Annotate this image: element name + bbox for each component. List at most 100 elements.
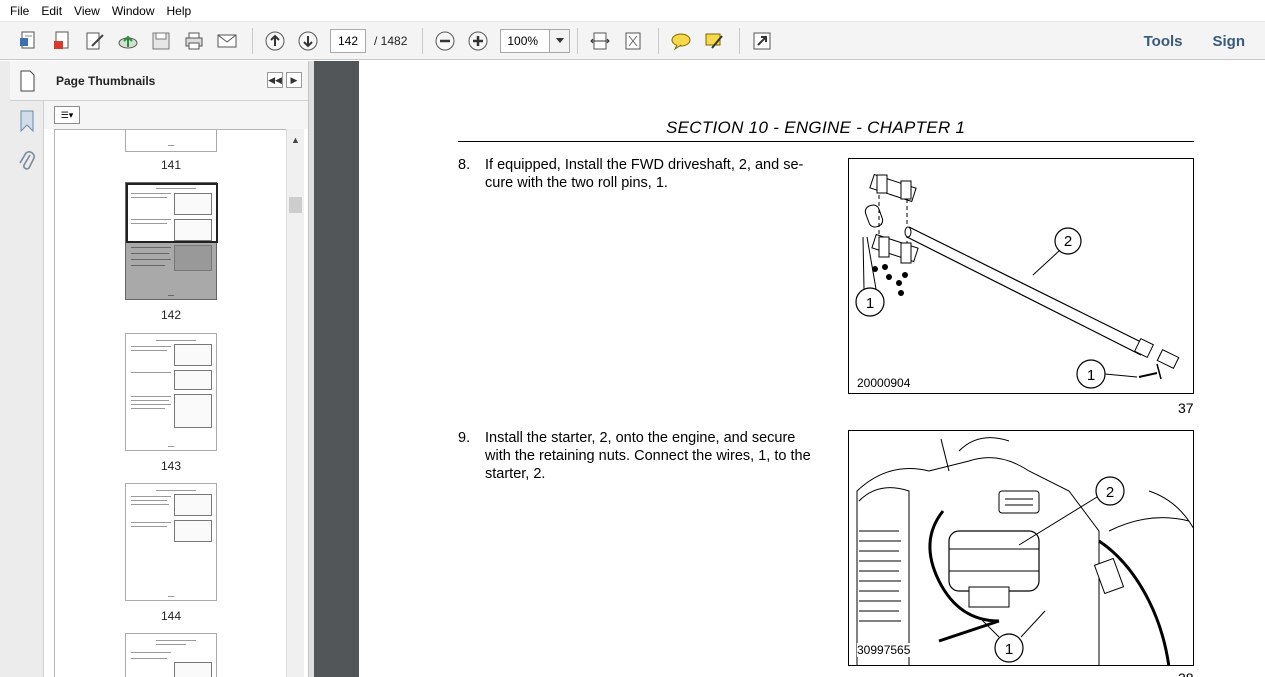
callout-1-pin: 1 — [1087, 367, 1095, 384]
thumbnail-page-141[interactable] — [125, 130, 217, 152]
save-button[interactable] — [146, 26, 176, 56]
thumbnail-options-row: ☰▾ — [44, 101, 308, 129]
options-list-icon: ☰▾ — [60, 109, 74, 120]
page-thumbnails-tab[interactable] — [10, 70, 44, 92]
thumbnail-label-143: 143 — [160, 459, 182, 473]
fit-width-icon — [590, 32, 611, 49]
left-edge — [0, 61, 10, 677]
step-9: 9. Install the starter, 2, onto the engi… — [458, 429, 818, 485]
step-8: 8. If equipped, Install the FWD drivesha… — [458, 156, 818, 196]
zoom-value: 100% — [507, 33, 539, 48]
figure-number: 38 — [1178, 670, 1194, 677]
thumbnail-page-142[interactable] — [125, 182, 218, 300]
step-number: 8. — [458, 157, 471, 173]
printer-icon — [185, 32, 203, 49]
step-text: Install the starter, 2, onto the engine,… — [485, 430, 811, 482]
pdf-file-icon — [54, 31, 69, 49]
create-pdf-icon — [20, 31, 35, 48]
paperclip-icon — [19, 151, 35, 170]
fit-width-button[interactable] — [585, 26, 615, 56]
toolbar-separator — [577, 27, 579, 54]
menu-view[interactable]: View — [68, 0, 106, 22]
arrow-down-circle-icon — [298, 31, 318, 50]
callout-2: 2 — [1106, 484, 1114, 501]
figure-code: 30997565 — [857, 643, 911, 657]
starter-illustration: 2 1 — [856, 437, 1193, 665]
chevron-right-icon: ▶ — [290, 74, 298, 85]
comment-button[interactable] — [666, 26, 696, 56]
thumbnail-page-145[interactable] — [125, 633, 217, 677]
menu-window[interactable]: Window — [106, 0, 161, 22]
callout-1: 1 — [1005, 641, 1013, 658]
toolbar: 142 / 1482 100% Tools Sign — [0, 22, 1265, 60]
page-number-input[interactable]: 142 — [330, 28, 366, 53]
bookmarks-button[interactable] — [10, 101, 44, 141]
zoom-out-button[interactable] — [430, 26, 460, 56]
floppy-disk-icon — [152, 32, 170, 49]
create-pdf-button[interactable] — [14, 26, 44, 56]
figure-code: 20000904 — [857, 376, 911, 390]
thumbnail-page-144[interactable] — [125, 483, 217, 601]
toolbar-separator — [252, 27, 253, 54]
arrow-up-circle-icon — [265, 31, 285, 50]
speech-bubble-icon — [671, 33, 691, 50]
thumbnail-scrollbar[interactable]: ▲ — [286, 129, 304, 677]
callout-2: 2 — [1064, 233, 1072, 250]
highlight-button[interactable] — [699, 26, 729, 56]
thumbnails-panel-header: Page Thumbnails ◀◀ ▶ — [10, 61, 308, 101]
menu-help[interactable]: Help — [161, 0, 198, 22]
panel-menu-button[interactable]: ▶ — [286, 72, 302, 88]
email-button[interactable] — [212, 26, 242, 56]
thumbnail-page-143[interactable] — [125, 333, 217, 451]
toolbar-separator — [422, 27, 424, 54]
navigation-pane-rail — [10, 101, 44, 677]
expand-icon — [753, 32, 771, 49]
tools-button[interactable]: Tools — [1144, 33, 1183, 50]
thumbnail-label-141: 141 — [160, 158, 182, 172]
toolbar-separator — [658, 27, 660, 54]
panel-controls: ◀◀ ▶ — [264, 72, 302, 88]
section-rule — [458, 141, 1194, 142]
chevron-down-icon[interactable] — [549, 29, 570, 52]
figure-starter: 2 1 30997565 — [848, 430, 1194, 666]
pdf-convert-button[interactable] — [47, 26, 77, 56]
figure-number: 37 — [1178, 400, 1194, 416]
minus-circle-icon — [435, 31, 455, 50]
edit-button[interactable] — [80, 26, 110, 56]
double-chevron-left-icon: ◀◀ — [268, 74, 282, 85]
pencil-doc-icon — [86, 32, 104, 49]
thumbnail-label-142: 142 — [160, 308, 182, 322]
previous-page-button[interactable] — [260, 26, 290, 56]
page-total: / 1482 — [374, 33, 408, 48]
callout-1: 1 — [866, 295, 874, 312]
thumbnail-list[interactable]: 141 142 143 144 — [54, 129, 286, 677]
zoom-select[interactable]: 100% — [500, 28, 571, 53]
sign-button[interactable]: Sign — [1213, 33, 1246, 50]
collapse-panel-button[interactable]: ◀◀ — [267, 72, 283, 88]
step-number: 9. — [458, 430, 471, 446]
toolbar-right: Tools Sign — [1114, 22, 1245, 60]
attachments-button[interactable] — [10, 141, 44, 181]
figure-driveshaft: 2 1 1 20000904 — [848, 158, 1194, 394]
thumbnail-options-button[interactable]: ☰▾ — [54, 106, 80, 124]
thumbnail-label-144: 144 — [160, 609, 182, 623]
menu-bar: File Edit View Window Help — [0, 0, 1265, 22]
cloud-upload-icon — [118, 35, 138, 48]
next-page-button[interactable] — [293, 26, 323, 56]
zoom-in-button[interactable] — [463, 26, 493, 56]
upload-button[interactable] — [113, 26, 143, 56]
driveshaft-illustration: 2 1 1 — [855, 173, 1180, 389]
menu-edit[interactable]: Edit — [35, 0, 68, 22]
toolbar-separator — [739, 27, 741, 54]
fit-page-button[interactable] — [618, 26, 648, 56]
print-button[interactable] — [179, 26, 209, 56]
menu-file[interactable]: File — [4, 0, 35, 22]
envelope-icon — [217, 34, 237, 47]
bookmark-icon — [20, 110, 34, 133]
page-icon — [20, 70, 35, 91]
fit-page-icon — [625, 32, 641, 49]
scrollbar-thumb[interactable] — [289, 197, 302, 213]
fullscreen-button[interactable] — [747, 26, 777, 56]
section-title: SECTION 10 - ENGINE - CHAPTER 1 — [666, 118, 966, 137]
scroll-up-icon[interactable]: ▲ — [291, 135, 300, 145]
